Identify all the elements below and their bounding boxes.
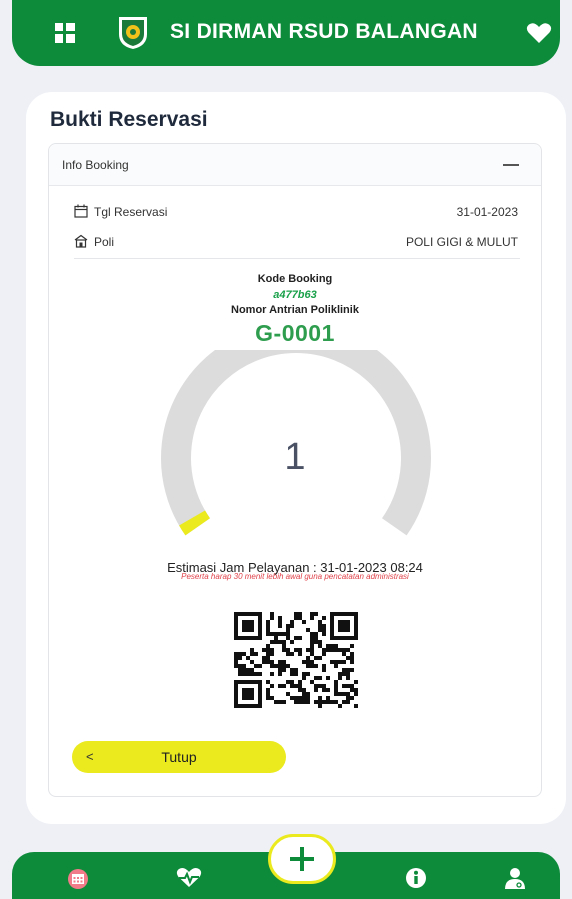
- qr-code-icon: [234, 612, 358, 708]
- poli-value: POLI GIGI & MULUT: [405, 235, 518, 249]
- calendar-icon: [74, 204, 88, 218]
- plus-icon: [290, 847, 314, 871]
- add-button[interactable]: [268, 834, 336, 884]
- kode-booking-value: a477b63: [273, 289, 317, 301]
- grid-icon[interactable]: [54, 22, 76, 44]
- kode-booking-label: Kode Booking: [257, 273, 333, 285]
- info-nav-icon[interactable]: [402, 866, 430, 890]
- info-row-tgl-reservasi: Tgl Reservasi 31-01-2023: [74, 203, 520, 223]
- heartbeat-nav-icon[interactable]: [175, 866, 203, 890]
- poli-label: Poli: [94, 235, 115, 249]
- tgl-reservasi-label: Tgl Reservasi: [94, 205, 168, 219]
- close-button-label: Tutup: [161, 749, 197, 765]
- calendar-nav-icon[interactable]: [64, 866, 92, 890]
- page-title: Bukti Reservasi: [50, 108, 208, 131]
- hospital-emblem-icon: [119, 17, 147, 49]
- close-button[interactable]: < Tutup: [72, 741, 286, 773]
- card-header[interactable]: Info Booking: [49, 144, 541, 186]
- estimasi-note: Peserta harap 30 menit lebih awal guna p…: [181, 572, 409, 581]
- tgl-reservasi-value: 31-01-2023: [456, 205, 518, 219]
- doctor-nav-icon[interactable]: [501, 866, 529, 890]
- nomor-antrian-value: G-0001: [255, 320, 335, 346]
- app-title: SI DIRMAN RSUD BALANGAN: [170, 20, 478, 43]
- gauge-progress: [179, 510, 211, 536]
- divider: [74, 258, 520, 259]
- heart-icon[interactable]: [526, 22, 552, 44]
- nomor-antrian-label: Nomor Antrian Poliklinik: [231, 304, 359, 316]
- info-row-poli: Poli POLI GIGI & MULUT: [74, 233, 520, 253]
- card-header-label: Info Booking: [62, 158, 129, 172]
- gauge-value: 1: [284, 436, 306, 478]
- minus-icon[interactable]: [503, 164, 519, 166]
- app-header: SI DIRMAN RSUD BALANGAN: [12, 0, 560, 66]
- building-icon: [74, 234, 88, 248]
